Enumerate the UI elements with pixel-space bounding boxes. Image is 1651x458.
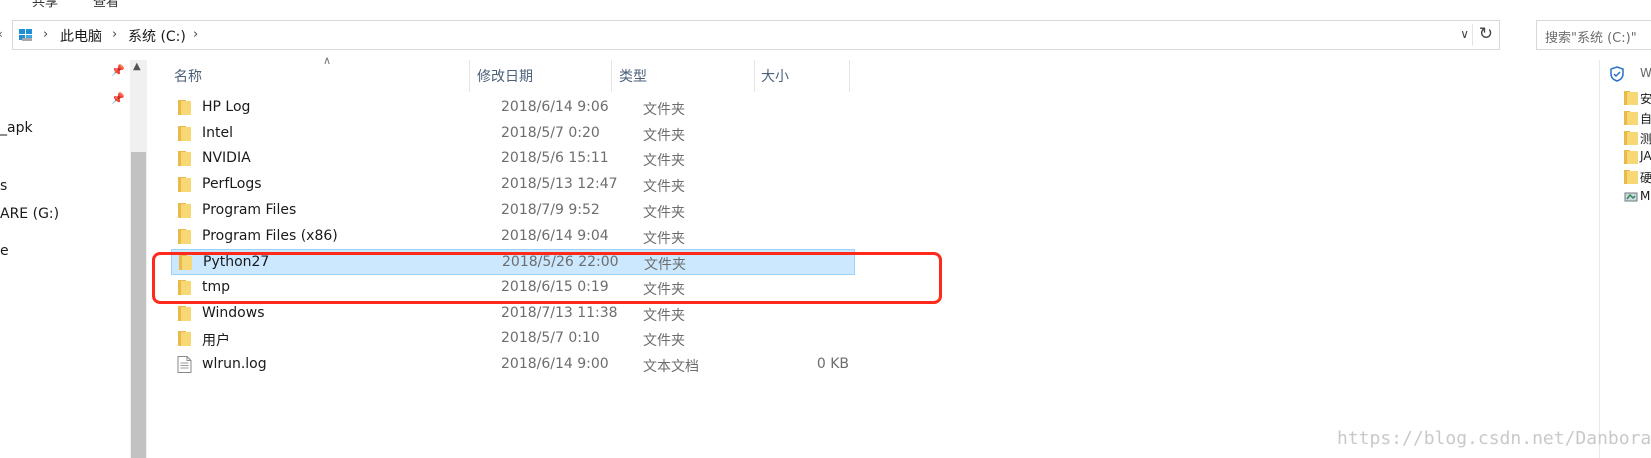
nav-item[interactable]: e [0,243,9,259]
file-type: 文本文档 [643,359,699,375]
search-placeholder: 搜索"系统 (C:)" [1545,31,1637,46]
folder-icon [178,331,191,347]
file-name: Intel [202,124,233,141]
address-bar-row: ‹ › 此电脑 › 系统 (C:) › ∨ ↻ 搜索"系统 (C:)" [0,18,1651,52]
navigation-pane: 📌 📌 _apk s ARE (G:) e ▲ [0,60,147,458]
column-divider[interactable] [849,60,850,92]
network-drive-icon [1624,192,1638,202]
file-name: 用户 [202,333,230,350]
right-pane-label: M [1640,189,1651,203]
breadcrumb-drive-c[interactable]: 系统 (C:) [128,26,186,46]
column-header-name[interactable]: 名称 [174,66,202,86]
column-divider[interactable] [754,60,755,92]
file-name: NVIDIA [202,150,251,167]
column-header-size[interactable]: 大小 [761,66,789,86]
text-file-icon [177,356,192,373]
table-row[interactable]: HP Log 2018/6/14 9:06 文件夹 [171,95,855,121]
folder-icon [1624,130,1638,145]
file-date: 2018/5/6 15:11 [501,150,609,167]
file-type: 文件夹 [643,102,685,118]
ribbon-tabs: 共享 查看 [0,0,1651,14]
right-pane-label: JA [1640,149,1651,164]
ribbon-tab-view[interactable]: 查看 [93,0,119,10]
highlight-annotation [152,252,942,304]
file-name: HP Log [202,99,251,115]
table-row[interactable]: Program Files 2018/7/9 9:52 文件夹 [171,198,855,224]
file-name: Program Files (x86) [202,227,338,244]
column-header-date[interactable]: 修改日期 [477,66,533,86]
chevron-left-icon[interactable]: ‹ [0,27,3,41]
scrollbar-thumb[interactable] [131,152,146,458]
file-name: wlrun.log [202,356,267,372]
file-size: 0 KB [816,356,849,372]
table-row[interactable]: NVIDIA 2018/5/6 15:11 文件夹 [171,146,855,172]
table-row[interactable]: Program Files (x86) 2018/6/14 9:04 文件夹 [171,224,855,250]
folder-icon [178,125,191,141]
folder-icon [178,202,191,218]
right-pane-header: W [1640,66,1651,80]
chevron-right-icon[interactable]: › [43,27,48,42]
file-type: 文件夹 [643,333,685,350]
file-date: 2018/6/14 9:00 [501,356,609,372]
table-row[interactable]: Windows 2018/7/13 11:38 文件夹 [171,301,855,327]
chevron-down-icon[interactable]: ∨ [1460,27,1469,41]
file-date: 2018/6/14 9:06 [501,99,609,115]
right-pane-label: 硬 [1640,171,1651,186]
file-type: 文件夹 [643,204,685,221]
nav-item[interactable]: ARE (G:) [0,206,59,222]
address-divider [1472,24,1473,46]
right-pane: W 安自测 JA 硬 M [1600,60,1651,458]
file-date: 2018/6/14 9:04 [501,227,609,244]
file-type: 文件夹 [643,230,685,247]
folder-icon [1624,170,1638,185]
table-row[interactable]: wlrun.log 2018/6/14 9:00 文本文档 0 KB [171,352,855,378]
sort-ascending-icon: ∧ [323,54,332,67]
this-pc-icon [19,29,32,41]
folder-icon [1624,91,1638,105]
file-type: 文件夹 [643,307,685,324]
file-name: PerfLogs [202,176,262,193]
folder-icon [178,228,191,244]
folder-icon [1624,150,1638,165]
chevron-right-icon[interactable]: › [193,27,198,42]
breadcrumb-this-pc[interactable]: 此电脑 [60,26,102,46]
nav-item[interactable]: _apk [0,120,33,136]
file-date: 2018/7/13 11:38 [501,304,618,321]
shield-icon [1610,66,1624,82]
column-divider[interactable] [469,60,470,92]
right-pane-label: 测 [1640,131,1651,146]
file-name: Windows [202,304,265,321]
search-input[interactable]: 搜索"系统 (C:)" [1536,20,1651,50]
column-header-type[interactable]: 类型 [619,66,647,86]
nav-item[interactable]: s [0,178,7,194]
file-date: 2018/7/9 9:52 [501,201,600,218]
right-pane-label: 安 [1640,92,1651,106]
refresh-icon[interactable]: ↻ [1479,24,1493,44]
table-row[interactable]: 用户 2018/5/7 0:10 文件夹 [171,326,855,352]
folder-icon [178,100,191,115]
address-bar[interactable]: › 此电脑 › 系统 (C:) › ∨ ↻ [12,20,1500,50]
column-divider[interactable] [611,60,612,92]
file-type: 文件夹 [643,153,685,170]
chevron-right-icon[interactable]: › [112,27,117,42]
table-row[interactable]: PerfLogs 2018/5/13 12:47 文件夹 [171,172,855,198]
folder-icon [1624,110,1638,125]
ribbon-tab-share[interactable]: 共享 [32,0,58,10]
file-date: 2018/5/13 12:47 [501,176,618,193]
folder-icon [178,177,191,193]
table-row[interactable]: Intel 2018/5/7 0:20 文件夹 [171,121,855,147]
file-type: 文件夹 [643,179,685,196]
scroll-up-arrow-icon[interactable]: ▲ [133,61,141,72]
file-date: 2018/5/7 0:10 [501,330,600,347]
file-date: 2018/5/7 0:20 [501,124,600,141]
file-name: Program Files [202,201,297,218]
watermark: https://blog.csdn.net/Danborad [1337,428,1651,449]
file-type: 文件夹 [643,127,685,144]
right-pane-label: 自 [1640,111,1651,126]
folder-icon [178,305,191,321]
folder-icon [178,151,191,167]
pin-icon[interactable]: 📌 [111,64,125,77]
nav-scrollbar[interactable]: ▲ [130,60,147,458]
pin-icon[interactable]: 📌 [111,92,125,105]
